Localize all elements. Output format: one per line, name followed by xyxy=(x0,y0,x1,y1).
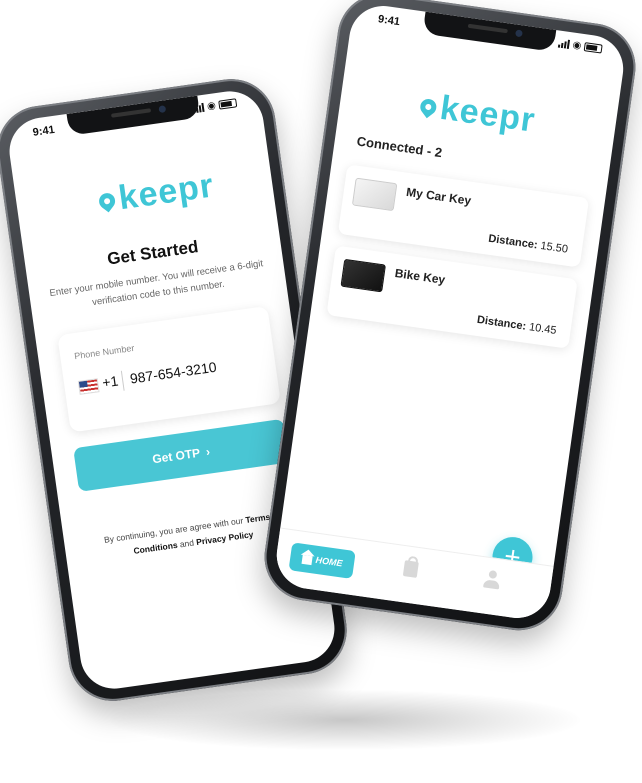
country-code[interactable]: +1 xyxy=(101,372,119,390)
terms-text: By continuing, you are agree with our Te… xyxy=(91,507,293,565)
terms-connector: and xyxy=(179,537,195,550)
wifi-icon: ◉ xyxy=(206,100,217,113)
floor-shadow xyxy=(110,690,580,750)
chevron-right-icon: › xyxy=(204,444,211,459)
device-name: My Car Key xyxy=(405,184,473,208)
notch xyxy=(66,95,201,136)
keepr-logo: keepr xyxy=(417,86,538,141)
get-otp-label: Get OTP xyxy=(151,445,201,467)
bag-icon[interactable] xyxy=(402,560,419,578)
status-time: 9:41 xyxy=(377,13,401,29)
us-flag-icon[interactable] xyxy=(77,378,100,395)
tab-home[interactable]: HOME xyxy=(288,542,356,579)
battery-icon xyxy=(218,98,238,110)
device-distance: Distance: 10.45 xyxy=(476,314,557,337)
phone-number-label: Phone Number xyxy=(73,342,136,362)
keepr-logo: keepr xyxy=(95,166,217,221)
signal-icon xyxy=(558,39,571,50)
connected-count: Connected - 2 xyxy=(355,133,444,161)
get-otp-button[interactable]: Get OTP › xyxy=(73,418,290,492)
device-distance: Distance: 15.50 xyxy=(488,233,569,256)
battery-icon xyxy=(583,42,603,54)
location-pin-icon xyxy=(417,95,440,118)
phone-number-card: Phone Number +1 987-654-3210 xyxy=(57,305,281,433)
logo-text: keepr xyxy=(116,166,217,218)
key-tag-image xyxy=(351,177,398,212)
home-icon xyxy=(301,554,313,566)
key-tag-image xyxy=(340,258,386,293)
distance-value: 15.50 xyxy=(539,240,569,256)
wifi-icon: ◉ xyxy=(571,39,583,52)
user-icon[interactable] xyxy=(482,569,503,591)
privacy-policy-link[interactable]: Privacy Policy xyxy=(196,529,254,547)
distance-label: Distance: xyxy=(476,313,527,333)
distance-value: 10.45 xyxy=(528,321,558,337)
phone-number-input[interactable]: 987-654-3210 xyxy=(129,359,218,387)
home-phone-mockup: 9:41 ◉ keepr Connected - 2 My Car Key Di… xyxy=(258,0,642,636)
distance-label: Distance: xyxy=(487,232,539,252)
device-name: Bike Key xyxy=(393,266,447,287)
logo-text: keepr xyxy=(437,88,538,140)
status-time: 9:41 xyxy=(32,123,56,139)
home-screen: 9:41 ◉ keepr Connected - 2 My Car Key Di… xyxy=(272,1,628,623)
tab-home-label: HOME xyxy=(315,554,344,569)
notch xyxy=(422,11,557,52)
field-divider xyxy=(120,370,125,391)
location-pin-icon xyxy=(95,189,119,212)
